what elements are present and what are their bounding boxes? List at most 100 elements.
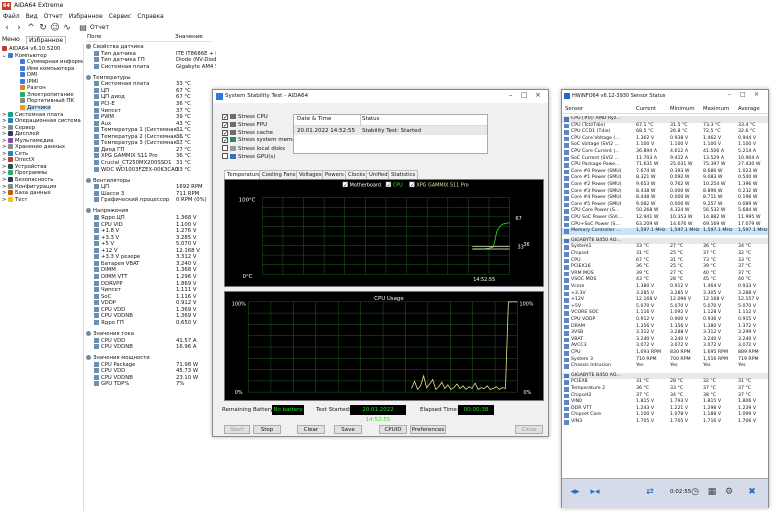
- tab-cooling-fans[interactable]: Cooling Fans: [259, 170, 299, 179]
- clear-button[interactable]: Clear: [297, 425, 325, 434]
- tree-item[interactable]: IPMI: [20, 78, 38, 85]
- list-row[interactable]: Ядро ЦП 1.368 V: [86, 215, 214, 221]
- list-row[interactable]: DDRVPP 1.869 V: [86, 280, 214, 287]
- list-row[interactable]: +3.3 V резерв 3.312 V: [86, 254, 214, 260]
- nav-right-icon[interactable]: ▸◂: [586, 485, 604, 499]
- hw-col-minimum[interactable]: Minimum: [670, 106, 695, 112]
- tree-item[interactable]: > База данных: [2, 190, 51, 196]
- maximize-icon[interactable]: □: [521, 91, 528, 99]
- sensor-row[interactable]: VSOC MOS 43 °C 28 °C 45 °C 40 °C: [562, 277, 768, 284]
- sensor-row[interactable]: SoC Voltage (SVI2 ... 1.100 V 1.100 V 1.100…: [562, 142, 768, 149]
- sensor-row[interactable]: PCIEX16 36 °C 25 °C 39 °C 37 °C: [562, 264, 768, 271]
- tree-item[interactable]: Суммарная информа: [20, 59, 83, 65]
- list-row[interactable]: Тип датчика ГП Diode (NV-Diode): [86, 57, 216, 63]
- network-icon[interactable]: ⇄: [642, 485, 658, 499]
- sensor-row[interactable]: Chipset Core 1.100 V 1.078 V 1.188 V 1.099 V: [562, 412, 768, 419]
- list-row[interactable]: Системная плата 33 °C: [86, 81, 214, 87]
- list-row[interactable]: PCI-E 36 °C: [86, 101, 214, 107]
- tree-item[interactable]: AIDA64 v6.10.5200: [2, 46, 60, 52]
- tree-item[interactable]: > Дисплей: [2, 131, 39, 137]
- list-row[interactable]: CPU VID 1.100 V: [86, 221, 214, 228]
- chart-icon[interactable]: ∿: [62, 23, 72, 33]
- list-row[interactable]: Тип датчика ITE IT8686E + IT8792E (ISA A4…: [86, 50, 216, 57]
- list-row[interactable]: XPG GAMMIX S11 Pro 36 °C: [86, 153, 214, 159]
- sensor-row[interactable]: VIN3 1.705 V 1.705 V 1.716 V 1.706 V: [562, 419, 768, 426]
- list-row[interactable]: ЦП диод 67 °C: [86, 94, 214, 100]
- sensor-row[interactable]: VCORE SOC 1.116 V 1.092 V 1.128 V 1.112 V: [562, 310, 768, 317]
- unchecked-box-icon[interactable]: [222, 145, 228, 152]
- tree-item[interactable]: DMI: [20, 72, 37, 78]
- list-row[interactable]: PWM 39 °C: [86, 114, 214, 120]
- list-row[interactable]: CPU VDDNB 1.369 V: [86, 313, 214, 319]
- sensor-row[interactable]: 3VSB 3.312 V 3.288 V 3.312 V 3.299 V: [562, 330, 768, 337]
- sensor-row[interactable]: CPU Core Power (S... 50.268 W 4.324 W 56.53…: [562, 208, 768, 215]
- list-row[interactable]: CPU VDD 1.369 V: [86, 306, 214, 313]
- list-row[interactable]: CPU VDDNB 16.96 A: [86, 344, 214, 350]
- report-icon[interactable]: ▦: [705, 485, 719, 499]
- sensor-row[interactable]: VIN0 1.815 V 1.793 V 1.815 V 1.806 V: [562, 399, 768, 406]
- tab-clocks[interactable]: Clocks: [345, 170, 369, 179]
- col-field[interactable]: Поле: [87, 34, 101, 40]
- back-icon[interactable]: ‹: [2, 23, 12, 33]
- tree-item[interactable]: > Хранение данных: [2, 144, 65, 150]
- tree-item[interactable]: > Безопасность: [2, 177, 53, 183]
- tree-item[interactable]: > Тест: [2, 196, 28, 203]
- tree-item[interactable]: Имя компьютера: [20, 65, 74, 72]
- list-row[interactable]: Чипсет 1.111 V: [86, 287, 214, 293]
- list-row[interactable]: Системная плата Gigabyte AM4 Series: [86, 63, 216, 70]
- sensor-row[interactable]: Core #4 Power (SMU) 8.448 W 0.000 W 8.711 W…: [562, 195, 768, 202]
- section-header[interactable]: Значения мощности: [86, 355, 214, 361]
- col-value[interactable]: Значение: [175, 34, 203, 40]
- list-row[interactable]: Батарея VBAT 3.240 V: [86, 260, 214, 267]
- sensor-row[interactable]: CPU CCD1 (Tdie) 68.5 °C 26.8 °C 72.5 °C 32.6…: [562, 129, 768, 136]
- refresh-icon[interactable]: ↻: [38, 23, 48, 33]
- menu-item[interactable]: Сервис: [109, 12, 131, 22]
- tab-powers[interactable]: Powers: [322, 170, 347, 179]
- list-row[interactable]: +1.8 V 1.276 V: [86, 228, 214, 234]
- sensor-row[interactable]: System1 33 °C 27 °C 36 °C 34 °C: [562, 244, 768, 251]
- list-row[interactable]: +12 V 12.168 V: [86, 247, 214, 254]
- tree-item[interactable]: > Сервер: [2, 124, 35, 131]
- hw-minimize-icon[interactable]: –: [728, 91, 731, 98]
- hw-col-maximum[interactable]: Maximum: [703, 106, 729, 112]
- sensor-row[interactable]: Core #2 Power (SMU) 9.653 W 0.762 W 10.254 …: [562, 182, 768, 189]
- tree-item[interactable]: > Сеть: [2, 150, 28, 157]
- list-row[interactable]: GPU TDP% 7%: [86, 381, 214, 387]
- tab-statistics[interactable]: Statistics: [388, 170, 419, 179]
- forward-icon[interactable]: ›: [14, 23, 24, 33]
- tree-item[interactable]: > Конфигурация: [2, 183, 56, 190]
- stress-checkbox[interactable]: ✓ Stress system memory: [222, 137, 301, 144]
- tree-item[interactable]: Электропитание: [20, 91, 74, 98]
- tree-item[interactable]: > Системная плата: [2, 111, 63, 118]
- list-row[interactable]: Диод ГП 27 °C: [86, 146, 214, 153]
- sensor-row[interactable]: Memory Controller ... 1,597.1 MHz 1,597.1 …: [562, 228, 768, 235]
- sensor-row[interactable]: CPU Core Current (... 36.894 A 4.612 A 41.5…: [562, 149, 768, 156]
- section-header[interactable]: Температуры: [86, 74, 214, 81]
- list-row[interactable]: CPU VDDNB 23.10 W: [86, 374, 214, 381]
- checked-box-icon[interactable]: ✓: [222, 121, 228, 128]
- checked-box-icon[interactable]: ✓: [222, 114, 228, 121]
- hw-col-sensor[interactable]: Sensor: [565, 106, 583, 112]
- list-row[interactable]: CPU VDD 41.57 A: [86, 337, 214, 344]
- menu-item[interactable]: Справка: [137, 12, 163, 22]
- tab-voltages[interactable]: Voltages: [296, 170, 325, 179]
- tree-item[interactable]: Портативный ПК: [20, 98, 74, 104]
- tree-item[interactable]: > Операционная система: [2, 118, 81, 124]
- sensor-row[interactable]: Vcore 1.380 V 0.912 V 1.464 V 0.933 V: [562, 284, 768, 291]
- close-x-icon[interactable]: ✖: [744, 485, 760, 499]
- cpuid-button[interactable]: CPUID: [379, 425, 407, 434]
- stress-checkbox[interactable]: ✓ Stress cache: [222, 129, 273, 136]
- tree-item[interactable]: Разгон: [20, 85, 46, 91]
- settings-icon[interactable]: ⚙: [722, 485, 736, 499]
- list-row[interactable]: +5 V 5.070 V: [86, 241, 214, 247]
- tree-item[interactable]: > DirectX: [2, 157, 35, 163]
- list-row[interactable]: Ядро ГП 0.650 V: [86, 319, 214, 326]
- tab-menu[interactable]: Меню: [2, 36, 20, 43]
- list-row[interactable]: ЦП 1692 RPM: [86, 184, 214, 190]
- list-row[interactable]: ЦП 67 °C: [86, 87, 214, 94]
- list-row[interactable]: Графический процессор 0 RPM (0%): [86, 197, 214, 203]
- sensor-row[interactable]: CPU 1,693 RPM 830 RPM 1,695 RPM 889 RPM: [562, 350, 768, 357]
- list-row[interactable]: Aux 43 °C: [86, 120, 214, 127]
- sensor-row[interactable]: Core #1 Power (SMU) 8.321 W 0.092 W 9.083 W…: [562, 175, 768, 182]
- sensor-row[interactable]: Temperature 2 36 °C 33 °C 37 °C 37 °C: [562, 386, 768, 393]
